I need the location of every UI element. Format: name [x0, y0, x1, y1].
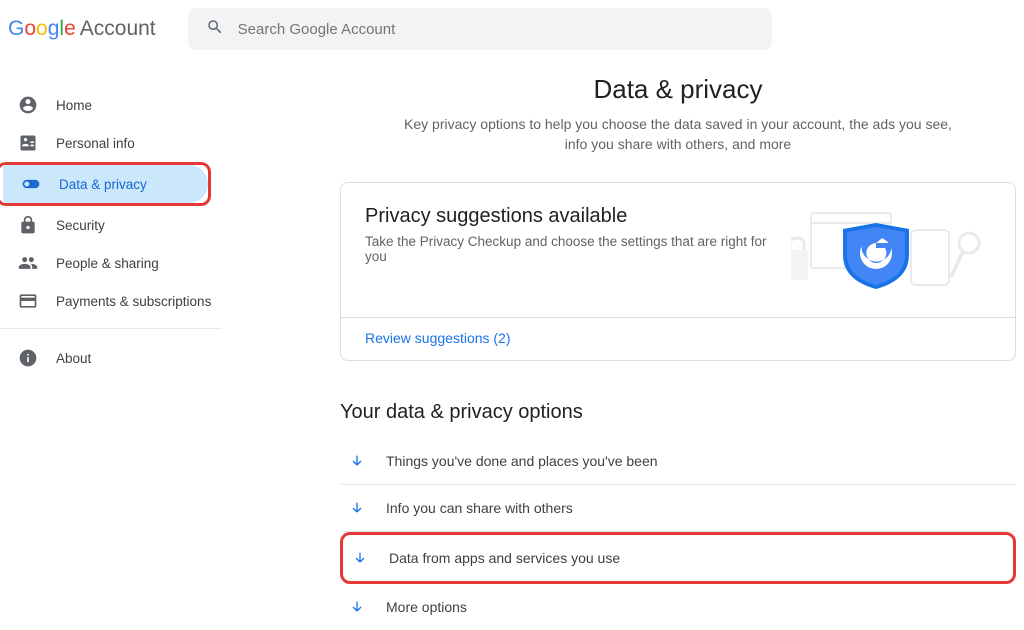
- page-description: Key privacy options to help you choose t…: [340, 105, 1016, 154]
- arrow-down-icon: [348, 598, 366, 616]
- option-label: More options: [386, 599, 467, 615]
- sidebar-item-about[interactable]: About: [0, 339, 222, 377]
- card-icon: [18, 291, 38, 311]
- arrow-down-icon: [348, 452, 366, 470]
- id-card-icon: [18, 133, 38, 153]
- logo[interactable]: Google Account: [8, 17, 156, 41]
- sidebar-item-label: Personal info: [56, 136, 135, 151]
- logo-account-text: Account: [80, 17, 156, 41]
- lock-icon: [18, 215, 38, 235]
- option-things-done[interactable]: Things you've done and places you've bee…: [340, 438, 1016, 485]
- annotation-highlight-nav: Data & privacy: [0, 162, 211, 206]
- search-input[interactable]: [238, 21, 754, 38]
- options-section-title: Your data & privacy options: [340, 361, 1016, 424]
- arrow-down-icon: [351, 549, 369, 567]
- option-label: Info you can share with others: [386, 500, 573, 516]
- privacy-suggestions-card: Privacy suggestions available Take the P…: [340, 182, 1016, 361]
- sidebar: Home Personal info Data & privacy Securi…: [0, 66, 222, 329]
- privacy-shield-illustration: [791, 205, 991, 295]
- option-info-share[interactable]: Info you can share with others: [340, 485, 1016, 532]
- sidebar-item-label: People & sharing: [56, 256, 159, 271]
- sidebar-item-personal-info[interactable]: Personal info: [0, 124, 222, 162]
- sidebar-item-home[interactable]: Home: [0, 86, 222, 124]
- sidebar-item-people-sharing[interactable]: People & sharing: [0, 244, 222, 282]
- sidebar-item-label: About: [56, 351, 91, 366]
- option-label: Data from apps and services you use: [389, 550, 620, 566]
- toggle-icon: [21, 174, 41, 194]
- options-list: Things you've done and places you've bee…: [340, 424, 1016, 630]
- review-suggestions-link[interactable]: Review suggestions (2): [365, 330, 511, 346]
- card-title: Privacy suggestions available: [365, 205, 791, 228]
- people-icon: [18, 253, 38, 273]
- sidebar-item-payments[interactable]: Payments & subscriptions: [0, 282, 222, 320]
- sidebar-item-data-privacy[interactable]: Data & privacy: [3, 165, 208, 203]
- page-title: Data & privacy: [340, 66, 1016, 105]
- home-icon: [18, 95, 38, 115]
- main-content: Data & privacy Key privacy options to he…: [332, 66, 1024, 630]
- header: Google Account: [0, 0, 1024, 66]
- sidebar-item-label: Data & privacy: [59, 177, 147, 192]
- option-data-apps[interactable]: Data from apps and services you use: [340, 532, 1016, 584]
- card-subtitle: Take the Privacy Checkup and choose the …: [365, 228, 791, 264]
- sidebar-item-label: Security: [56, 218, 105, 233]
- sidebar-item-security[interactable]: Security: [0, 206, 222, 244]
- option-more-options[interactable]: More options: [340, 584, 1016, 630]
- option-label: Things you've done and places you've bee…: [386, 453, 658, 469]
- sidebar-item-label: Home: [56, 98, 92, 113]
- sidebar-item-label: Payments & subscriptions: [56, 294, 211, 309]
- search-icon: [206, 18, 224, 41]
- google-logo-text: Google: [8, 17, 76, 41]
- info-icon: [18, 348, 38, 368]
- search-bar[interactable]: [188, 8, 772, 50]
- arrow-down-icon: [348, 499, 366, 517]
